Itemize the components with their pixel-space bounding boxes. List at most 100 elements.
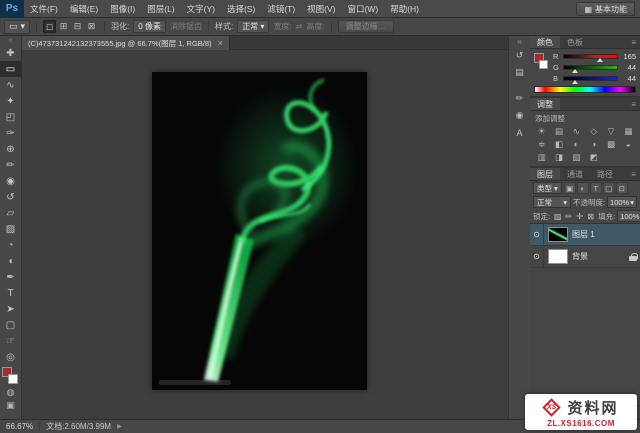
workspace-switcher[interactable]: ▦ 基本功能 bbox=[576, 2, 635, 16]
type-tool[interactable]: T bbox=[0, 285, 22, 301]
selective-color-icon[interactable]: ◩ bbox=[585, 151, 602, 163]
fill-input[interactable]: 100% ▾ bbox=[617, 210, 640, 222]
red-slider[interactable] bbox=[563, 54, 618, 62]
subtract-from-selection-icon[interactable]: ⊟ bbox=[71, 20, 84, 33]
clone-stamp-tool[interactable]: ◉ bbox=[0, 173, 22, 189]
opacity-input[interactable]: 100% ▾ bbox=[607, 196, 637, 208]
red-value[interactable]: 165 bbox=[621, 52, 636, 61]
blue-slider[interactable] bbox=[563, 76, 618, 84]
panel-menu-icon[interactable]: ≡ bbox=[627, 168, 640, 180]
dodge-tool[interactable]: ◖ bbox=[0, 253, 22, 269]
layer-thumbnail[interactable] bbox=[548, 227, 568, 242]
slider-thumb[interactable] bbox=[571, 69, 578, 73]
background-color-swatch[interactable] bbox=[539, 60, 548, 69]
refine-edge-button[interactable]: 调整边缘… bbox=[337, 20, 394, 33]
zoom-level-field[interactable]: 66.67% bbox=[6, 422, 41, 431]
brush-panel-icon[interactable]: ✏ bbox=[512, 91, 528, 106]
intersect-selection-icon[interactable]: ⊠ bbox=[85, 20, 98, 33]
menu-item[interactable]: 窗口(W) bbox=[342, 0, 385, 18]
panel-tab[interactable]: 色板 bbox=[560, 36, 590, 48]
brush-tool[interactable]: ✏ bbox=[0, 157, 22, 173]
menu-item[interactable]: 滤镜(T) bbox=[261, 0, 301, 18]
info-panel-icon[interactable]: ▤ bbox=[512, 65, 528, 80]
layer-name[interactable]: 图层 1 bbox=[572, 229, 637, 240]
quick-selection-tool[interactable]: ✦ bbox=[0, 93, 22, 109]
path-selection-tool[interactable]: ➤ bbox=[0, 301, 22, 317]
panel-tab[interactable]: 图层 bbox=[530, 168, 560, 180]
filter-type-layers-icon[interactable]: T bbox=[589, 182, 602, 194]
expand-panels-icon[interactable]: « bbox=[509, 36, 530, 47]
close-icon[interactable]: × bbox=[218, 38, 223, 48]
eraser-tool[interactable]: ▱ bbox=[0, 205, 22, 221]
panel-menu-icon[interactable]: ≡ bbox=[627, 98, 640, 110]
history-panel-icon[interactable]: ↺ bbox=[512, 48, 528, 63]
zoom-tool[interactable]: ◎ bbox=[0, 349, 22, 365]
healing-brush-tool[interactable]: ⊕ bbox=[0, 141, 22, 157]
slider-thumb[interactable] bbox=[571, 80, 578, 84]
layer-filter-select[interactable]: 类型 ▾ bbox=[533, 182, 562, 194]
layer-thumbnail[interactable] bbox=[548, 249, 568, 264]
crop-tool[interactable]: ◰ bbox=[0, 109, 22, 125]
menu-item[interactable]: 图层(L) bbox=[141, 0, 180, 18]
add-to-selection-icon[interactable]: ⊞ bbox=[57, 20, 70, 33]
visibility-eye-icon[interactable]: ⊙ bbox=[530, 246, 544, 267]
history-brush-tool[interactable]: ↺ bbox=[0, 189, 22, 205]
document-canvas-image[interactable] bbox=[152, 72, 367, 390]
quick-mask-icon[interactable]: ◍ bbox=[0, 386, 22, 399]
channel-mixer-icon[interactable]: ◑ bbox=[585, 138, 602, 150]
layer-row-background[interactable]: ⊙ 背景 bbox=[530, 246, 640, 268]
lasso-tool[interactable]: ∿ bbox=[0, 77, 22, 93]
visibility-eye-icon[interactable]: ⊙ bbox=[530, 224, 544, 245]
lock-all-icon[interactable]: ⊠ bbox=[585, 210, 596, 222]
menu-item[interactable]: 图像(I) bbox=[104, 0, 141, 18]
panel-tab[interactable]: 路径 bbox=[590, 168, 620, 180]
invert-icon[interactable]: ◒ bbox=[620, 138, 637, 150]
background-color-swatch[interactable] bbox=[7, 374, 18, 384]
brightness-contrast-icon[interactable]: ☀ bbox=[533, 125, 550, 137]
vibrance-icon[interactable]: ▽ bbox=[602, 125, 619, 137]
green-slider[interactable] bbox=[563, 65, 618, 73]
green-value[interactable]: 44 bbox=[621, 63, 636, 72]
filter-smart-objects-icon[interactable]: ⊡ bbox=[615, 182, 628, 194]
menu-item[interactable]: 文字(Y) bbox=[181, 0, 221, 18]
document-size-info[interactable]: 文档:2.60M/3.99M bbox=[46, 421, 111, 432]
shape-tool[interactable]: ▢ bbox=[0, 317, 22, 333]
menu-item[interactable]: 视图(V) bbox=[301, 0, 341, 18]
collapse-toolbar-icon[interactable]: « bbox=[0, 36, 21, 45]
black-white-icon[interactable]: ◧ bbox=[550, 138, 567, 150]
filter-pixel-layers-icon[interactable]: ▣ bbox=[563, 182, 576, 194]
menu-item[interactable]: 编辑(E) bbox=[64, 0, 104, 18]
feather-input[interactable]: 0 像素 bbox=[133, 20, 166, 33]
threshold-icon[interactable]: ◨ bbox=[550, 151, 567, 163]
antialias-checkbox[interactable]: 消除锯齿 bbox=[170, 21, 202, 32]
hue-saturation-icon[interactable]: ▦ bbox=[620, 125, 637, 137]
menu-item[interactable]: 帮助(H) bbox=[384, 0, 425, 18]
pen-tool[interactable]: ✒ bbox=[0, 269, 22, 285]
menu-item[interactable]: 选择(S) bbox=[221, 0, 261, 18]
swap-dimensions-icon[interactable]: ⇄ bbox=[296, 22, 303, 31]
canvas-pasteboard[interactable] bbox=[22, 50, 508, 419]
lock-position-icon[interactable]: ✛ bbox=[574, 210, 585, 222]
panel-tab[interactable]: 通道 bbox=[560, 168, 590, 180]
tool-preset-picker[interactable]: ▭ ▾ bbox=[4, 19, 31, 34]
eyedropper-tool[interactable]: ✑ bbox=[0, 125, 22, 141]
lock-image-pixels-icon[interactable]: ✏ bbox=[563, 210, 574, 222]
panel-tab[interactable]: 调整 bbox=[530, 98, 560, 110]
blur-tool[interactable]: ◔ bbox=[0, 237, 22, 253]
gradient-tool[interactable]: ▨ bbox=[0, 221, 22, 237]
levels-icon[interactable]: ▤ bbox=[550, 125, 567, 137]
color-balance-icon[interactable]: ≑ bbox=[533, 138, 550, 150]
color-spectrum-ramp[interactable] bbox=[534, 86, 636, 93]
filter-adjustment-layers-icon[interactable]: ◐ bbox=[576, 182, 589, 194]
screen-mode-icon[interactable]: ▣ bbox=[0, 399, 22, 412]
status-options-arrow-icon[interactable]: ▶ bbox=[117, 423, 122, 430]
color-lookup-icon[interactable]: ▩ bbox=[602, 138, 619, 150]
exposure-icon[interactable]: ◇ bbox=[585, 125, 602, 137]
gradient-map-icon[interactable]: ▧ bbox=[568, 151, 585, 163]
move-tool[interactable]: ✚ bbox=[0, 45, 22, 61]
hand-tool[interactable]: ☞ bbox=[0, 333, 22, 349]
photoshop-logo-icon[interactable]: Ps bbox=[0, 0, 24, 18]
layer-row-layer-1[interactable]: ⊙ 图层 1 bbox=[530, 224, 640, 246]
slider-thumb[interactable] bbox=[596, 58, 603, 62]
filter-shape-layers-icon[interactable]: ▢ bbox=[602, 182, 615, 194]
